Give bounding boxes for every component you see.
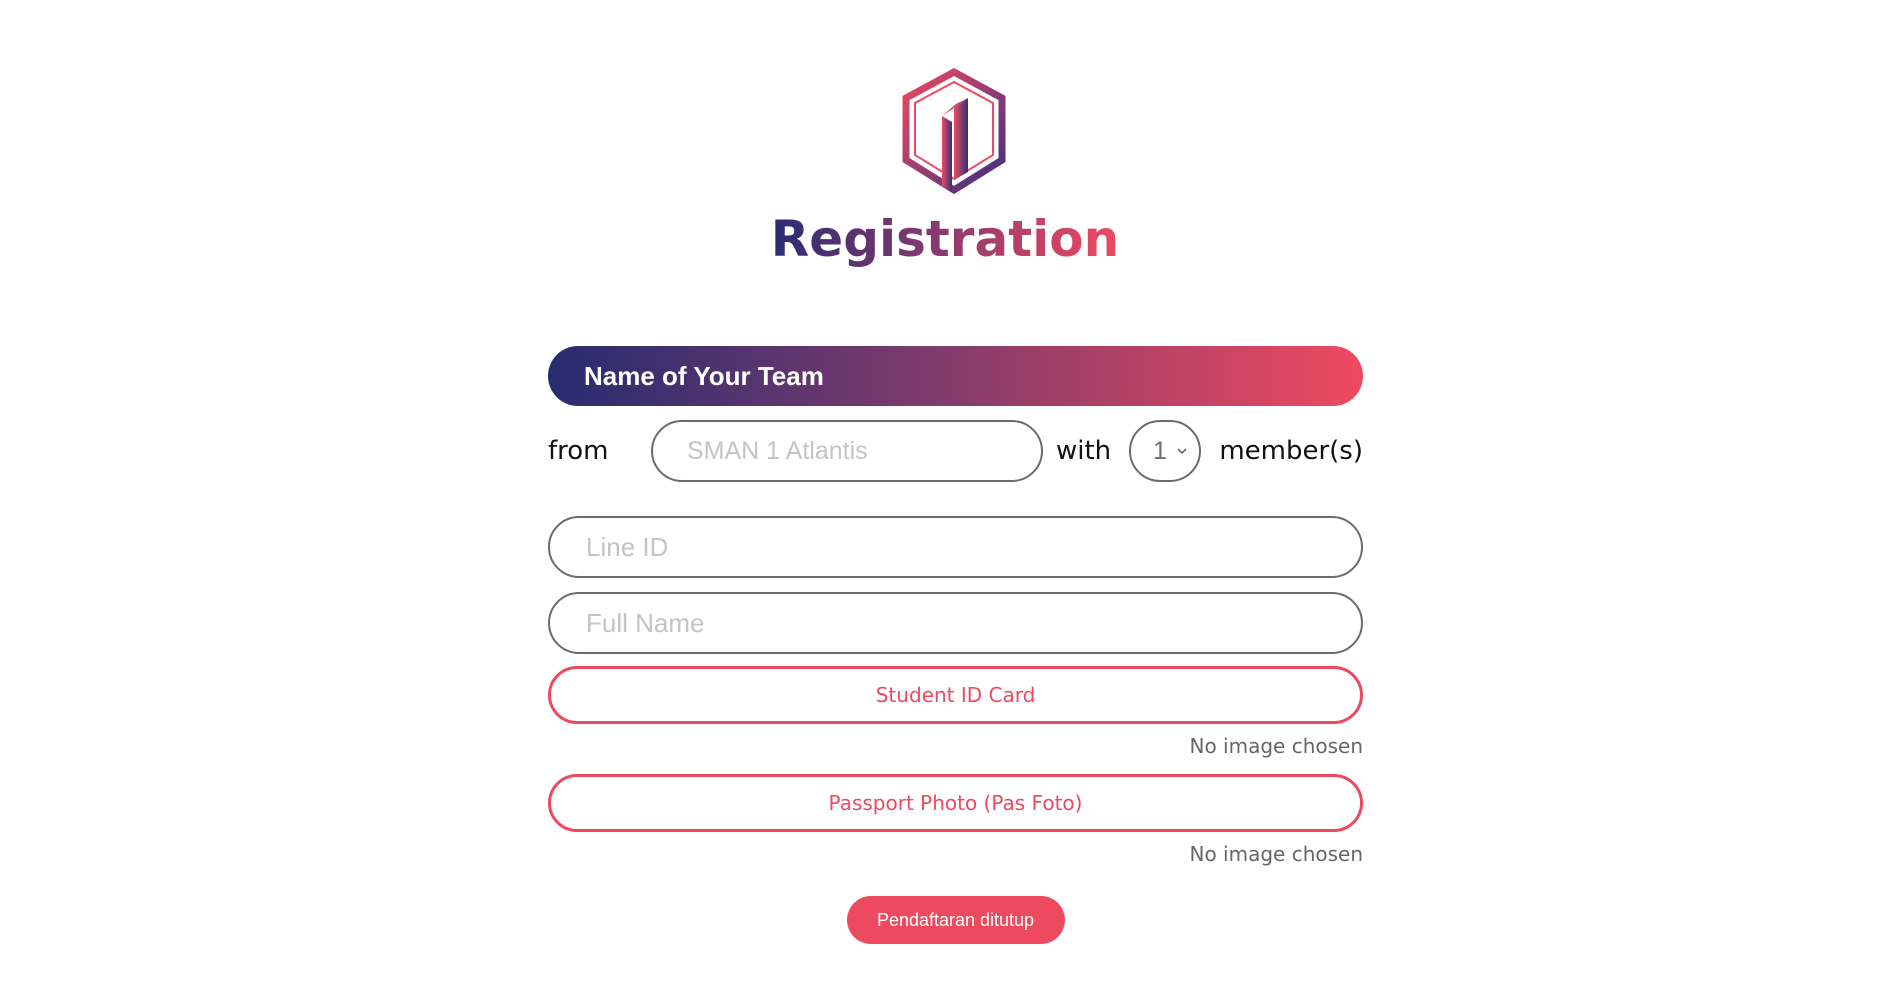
passport-photo-label: Passport Photo (Pas Foto) [828,791,1083,815]
with-label: with [1056,436,1112,466]
student-id-card-status: No image chosen [1189,734,1363,758]
chevron-down-icon [1177,448,1187,455]
student-id-card-upload-button[interactable]: Student ID Card [548,666,1363,724]
hexagon-logo-icon [902,68,1006,195]
member-count-value: 1 [1153,436,1167,465]
school-input[interactable] [651,420,1043,482]
registration-form: from with 1 member(s) Student ID Card No… [548,346,1363,944]
page-title: Registration [770,210,1120,268]
members-label: member(s) [1219,436,1363,466]
full-name-input[interactable] [548,592,1363,654]
student-id-card-label: Student ID Card [875,683,1036,707]
submit-button[interactable]: Pendaftaran ditutup [846,896,1065,944]
passport-photo-status: No image chosen [1189,842,1363,866]
from-label: from [548,436,609,466]
line-id-input[interactable] [548,516,1363,578]
submit-container: Pendaftaran ditutup [548,896,1363,944]
school-row: from with 1 member(s) [548,420,1363,482]
passport-photo-upload-button[interactable]: Passport Photo (Pas Foto) [548,774,1363,832]
team-name-input[interactable] [548,346,1363,406]
member-count-select[interactable]: 1 [1129,420,1201,482]
registration-page: Registration from with 1 member(s) Stude… [0,0,1890,982]
